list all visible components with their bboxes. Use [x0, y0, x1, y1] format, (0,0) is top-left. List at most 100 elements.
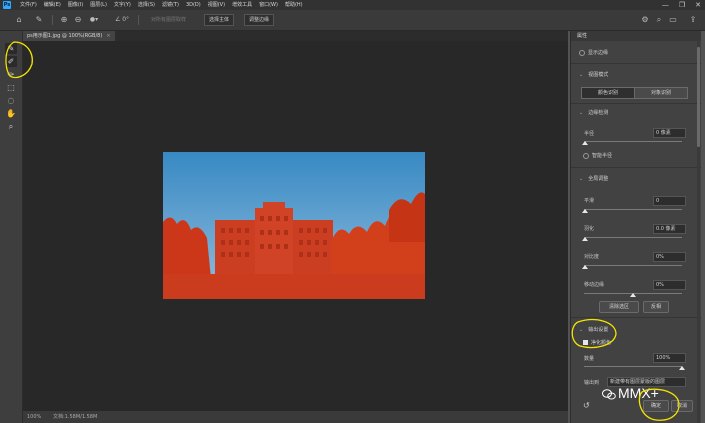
invert-button[interactable]: 反相 — [643, 301, 669, 313]
ok-button[interactable]: 确定 — [643, 400, 669, 412]
feather-field[interactable]: 0.0 像素 — [653, 224, 686, 234]
decontaminate-colors-label: 净化颜色 — [591, 340, 612, 346]
menu-item[interactable]: 文件(F) — [20, 0, 37, 10]
select-subject-button[interactable]: 选择主体 — [204, 14, 235, 26]
edge-detection-section[interactable]: ⌄ 边缘检测 — [579, 109, 608, 116]
status-bar: 100% 文档:1.58M/1.58M — [23, 411, 568, 423]
smart-radius-option[interactable]: 智能半径 — [583, 152, 612, 159]
share-icon[interactable]: ⇪ — [688, 14, 698, 26]
radius-slider[interactable] — [584, 141, 682, 142]
smooth-slider[interactable] — [584, 209, 682, 210]
global-refinements-section[interactable]: ⌄ 全局调整 — [579, 175, 608, 182]
menu-item[interactable]: 选择(S) — [138, 0, 155, 10]
properties-panel: 属性 显示边缘 ⌄ 视图模式 颜色识别 对象识别 ⌄ 边缘检测 半径 0 像素 智能… — [570, 31, 701, 423]
output-settings-section[interactable]: ⌄ 输出设置 — [579, 326, 608, 333]
close-window-button[interactable]: ✕ — [695, 0, 701, 10]
menu-item[interactable]: 增效工具 — [232, 0, 252, 10]
menu-item[interactable]: 3D(D) — [186, 0, 201, 10]
view-mode-label: 视图模式 — [588, 72, 609, 78]
subtract-mode-icon[interactable]: ⊖ — [72, 14, 84, 26]
chevron-down-icon: ⌄ — [579, 110, 584, 116]
restore-button[interactable]: ❐ — [679, 0, 685, 10]
refine-hair-button[interactable]: 调整边缘 — [244, 14, 275, 26]
quick-selection-tool-icon[interactable]: ✎ — [5, 43, 17, 54]
radius-field[interactable]: 0 像素 — [653, 128, 686, 138]
minimize-button[interactable]: — — [662, 0, 669, 10]
menu-bar: Ps 文件(F) 编辑(E) 图像(I) 图层(L) 文字(Y) 选择(S) 滤镜(T) 3D… — [0, 0, 705, 10]
feather-label: 羽化 — [584, 226, 595, 232]
add-mode-icon[interactable]: ⊕ — [58, 14, 70, 26]
contrast-slider-handle[interactable] — [582, 265, 588, 269]
close-tab-button[interactable]: × — [106, 33, 110, 39]
home-icon[interactable]: ⌂ — [12, 14, 26, 26]
document-info: 文档:1.58M/1.58M — [53, 414, 98, 420]
sample-all-layers-checkbox[interactable]: 对所有图层取样 — [146, 14, 191, 26]
workspace-icon[interactable]: ▭ — [668, 14, 678, 26]
reset-icon[interactable]: ↺ — [583, 401, 590, 410]
amount-field[interactable]: 100% — [653, 353, 686, 363]
contrast-label: 对比度 — [584, 254, 600, 260]
search-icon[interactable]: ⚙ — [640, 14, 650, 26]
clear-selection-button[interactable]: 清除选区 — [599, 301, 639, 313]
amount-slider-handle[interactable] — [679, 366, 685, 370]
menu-item[interactable]: 帮助(H) — [285, 0, 303, 10]
panel-header: 属性 — [571, 31, 701, 41]
object-aware-button[interactable]: 对象识别 — [634, 87, 688, 99]
canvas-area[interactable] — [23, 41, 568, 411]
divider — [571, 317, 701, 318]
shift-edge-field[interactable]: 0% — [653, 280, 686, 290]
zoom-level[interactable]: 100% — [27, 411, 41, 423]
menu-item[interactable]: 视图(V) — [208, 0, 225, 10]
menu-item[interactable]: 滤镜(T) — [162, 0, 179, 10]
menu-item[interactable]: 图层(L) — [90, 0, 107, 10]
amount-slider[interactable] — [584, 366, 682, 367]
document-tab-bar: ps用示图1.jpg @ 100%(RGB/8) × — [23, 31, 568, 41]
global-refinements-label: 全局调整 — [588, 176, 609, 182]
refine-edge-brush-icon[interactable]: ✐ — [5, 56, 17, 67]
color-aware-button[interactable]: 颜色识别 — [581, 87, 635, 99]
document-tab[interactable]: ps用示图1.jpg @ 100%(RGB/8) × — [23, 31, 115, 41]
lasso-tool-icon[interactable]: ◌ — [5, 95, 17, 106]
cancel-button[interactable]: 取消 — [671, 400, 693, 412]
menu-item[interactable]: 图像(I) — [68, 0, 83, 10]
brush-tool-icon[interactable]: ✎ — [32, 14, 46, 26]
panel-scrollbar[interactable] — [697, 41, 700, 423]
divider — [571, 103, 701, 104]
output-to-label: 输出到 — [584, 380, 600, 386]
angle-icon[interactable]: ∠ 0° — [112, 14, 132, 26]
menu-item[interactable]: 窗口(W) — [259, 0, 278, 10]
separator — [138, 15, 139, 25]
zoom-search-icon[interactable]: ⌕ — [654, 14, 664, 26]
hand-tool-icon[interactable]: ✋ — [5, 108, 17, 119]
radius-slider-handle[interactable] — [582, 141, 588, 145]
decontaminate-colors-checkbox[interactable]: 净化颜色 — [583, 339, 611, 346]
radio-icon — [583, 152, 589, 159]
shift-edge-slider-handle[interactable] — [630, 293, 636, 297]
edge-detection-label: 边缘检测 — [588, 110, 609, 116]
brush-tool-icon[interactable]: ✏ — [5, 69, 17, 80]
smart-radius-label: 智能半径 — [592, 153, 613, 159]
document-tab-title: ps用示图1.jpg @ 100%(RGB/8) — [27, 33, 103, 39]
chevron-down-icon: ⌄ — [579, 327, 584, 333]
smooth-field[interactable]: 0 — [653, 196, 686, 206]
image-preview[interactable] — [163, 152, 425, 299]
photoshop-logo: Ps — [3, 1, 11, 9]
tool-panel: ✎ ✐ ✏ ⬚ ◌ ✋ ⌕ — [0, 31, 23, 423]
object-selection-icon[interactable]: ⬚ — [5, 82, 17, 93]
divider — [571, 63, 701, 64]
contrast-field[interactable]: 0% — [653, 252, 686, 262]
brush-size-icon[interactable]: ●▾ — [88, 14, 100, 26]
wechat-icon — [602, 389, 616, 400]
feather-slider[interactable] — [584, 237, 682, 238]
show-edge-option[interactable]: 显示边缘 — [579, 49, 608, 56]
zoom-tool-icon[interactable]: ⌕ — [5, 121, 17, 132]
scrollbar-thumb[interactable] — [697, 47, 700, 147]
smooth-slider-handle[interactable] — [582, 209, 588, 213]
contrast-slider[interactable] — [584, 265, 682, 266]
feather-slider-handle[interactable] — [582, 237, 588, 241]
smooth-label: 平滑 — [584, 198, 595, 204]
menu-item[interactable]: 文字(Y) — [114, 0, 131, 10]
view-mode-section[interactable]: ⌄ 视图模式 — [579, 71, 608, 78]
menu-item[interactable]: 编辑(E) — [44, 0, 61, 10]
separator — [52, 15, 53, 25]
